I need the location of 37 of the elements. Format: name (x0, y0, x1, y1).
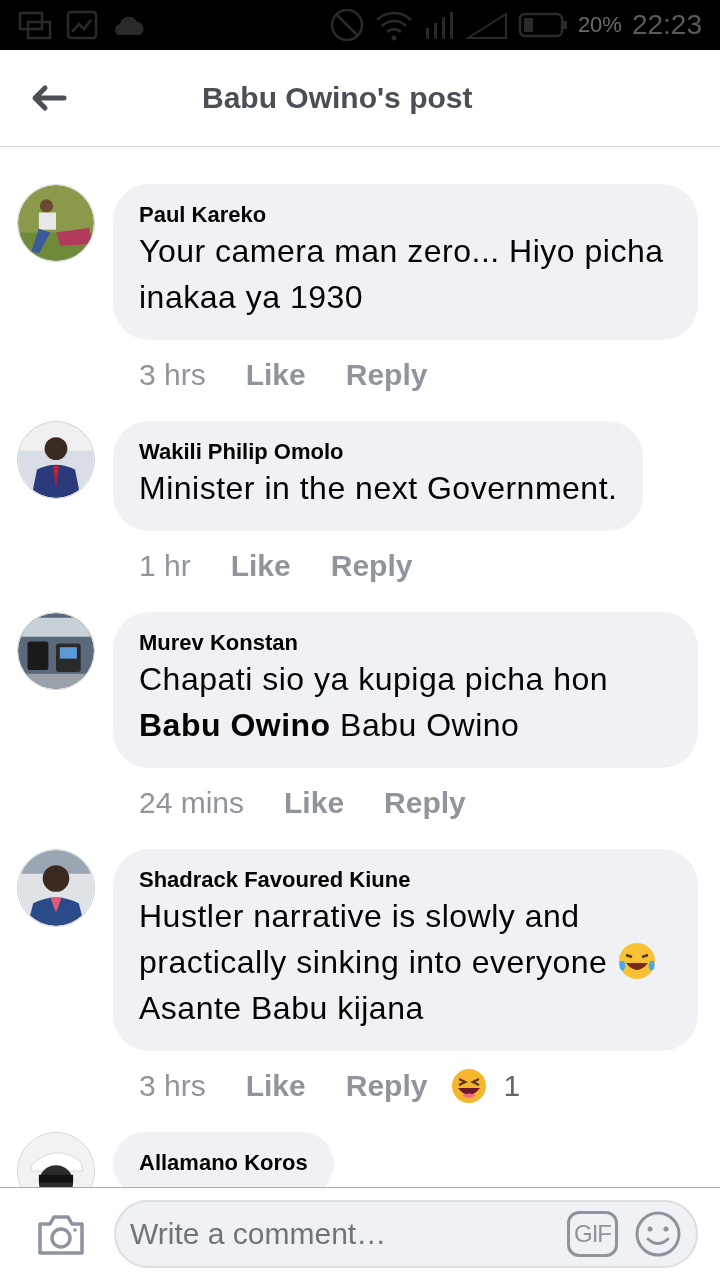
reaction-count: 1 (503, 1069, 521, 1103)
author-name[interactable]: Murev Konstan (139, 630, 672, 656)
like-button[interactable]: Like (284, 786, 345, 820)
clock: 22:23 (631, 9, 702, 41)
battery-icon (517, 12, 568, 38)
laughing-emoji-icon (451, 1068, 488, 1104)
comment-field[interactable]: Write a comment… GIF (114, 1200, 698, 1268)
comment-text: Chapati sio ya kupiga picha hon Babu Owino Babu Owino (139, 660, 610, 745)
reply-button[interactable]: Reply (330, 549, 413, 583)
battery-percent: 20% (577, 12, 622, 38)
laughing-emoji-icon (616, 941, 657, 981)
post-title: Babu Owino's post (202, 81, 473, 115)
author-name[interactable]: Allamano Koros (139, 1150, 308, 1176)
screens-icon (18, 10, 52, 40)
like-button[interactable]: Like (245, 1069, 306, 1103)
like-button[interactable]: Like (230, 549, 291, 583)
comment-time: 3 hrs (139, 1069, 206, 1103)
signal-empty-icon (465, 10, 508, 40)
gif-button[interactable]: GIF (567, 1211, 618, 1257)
signal-icon (423, 10, 456, 40)
reply-button[interactable]: Reply (384, 786, 466, 820)
author-name[interactable]: Shadrack Favoured Kiune (139, 867, 672, 893)
image-icon (66, 10, 98, 40)
reply-button[interactable]: Reply (345, 358, 428, 392)
comment-time: 1 hr (139, 549, 191, 583)
author-name[interactable]: Paul Kareko (139, 202, 672, 228)
author-name[interactable]: Wakili Philip Omolo (139, 439, 618, 465)
camera-button[interactable] (36, 1212, 86, 1256)
comment-time: 3 hrs (139, 358, 206, 392)
smiley-icon (634, 1210, 682, 1258)
reply-button[interactable]: Reply (345, 1069, 428, 1103)
comment-text: Your camera man zero... Hiyo picha inakaa ya 1930 (139, 232, 665, 317)
like-button[interactable]: Like (245, 358, 306, 392)
comment-text: Minister in the next Government. (139, 469, 618, 508)
rotation-lock-icon (329, 8, 364, 42)
comment-text: Hustler narrative is slowly and practically sinking into everyone Asante Babu kijana (139, 893, 672, 1031)
comment-time: 24 mins (139, 786, 245, 820)
